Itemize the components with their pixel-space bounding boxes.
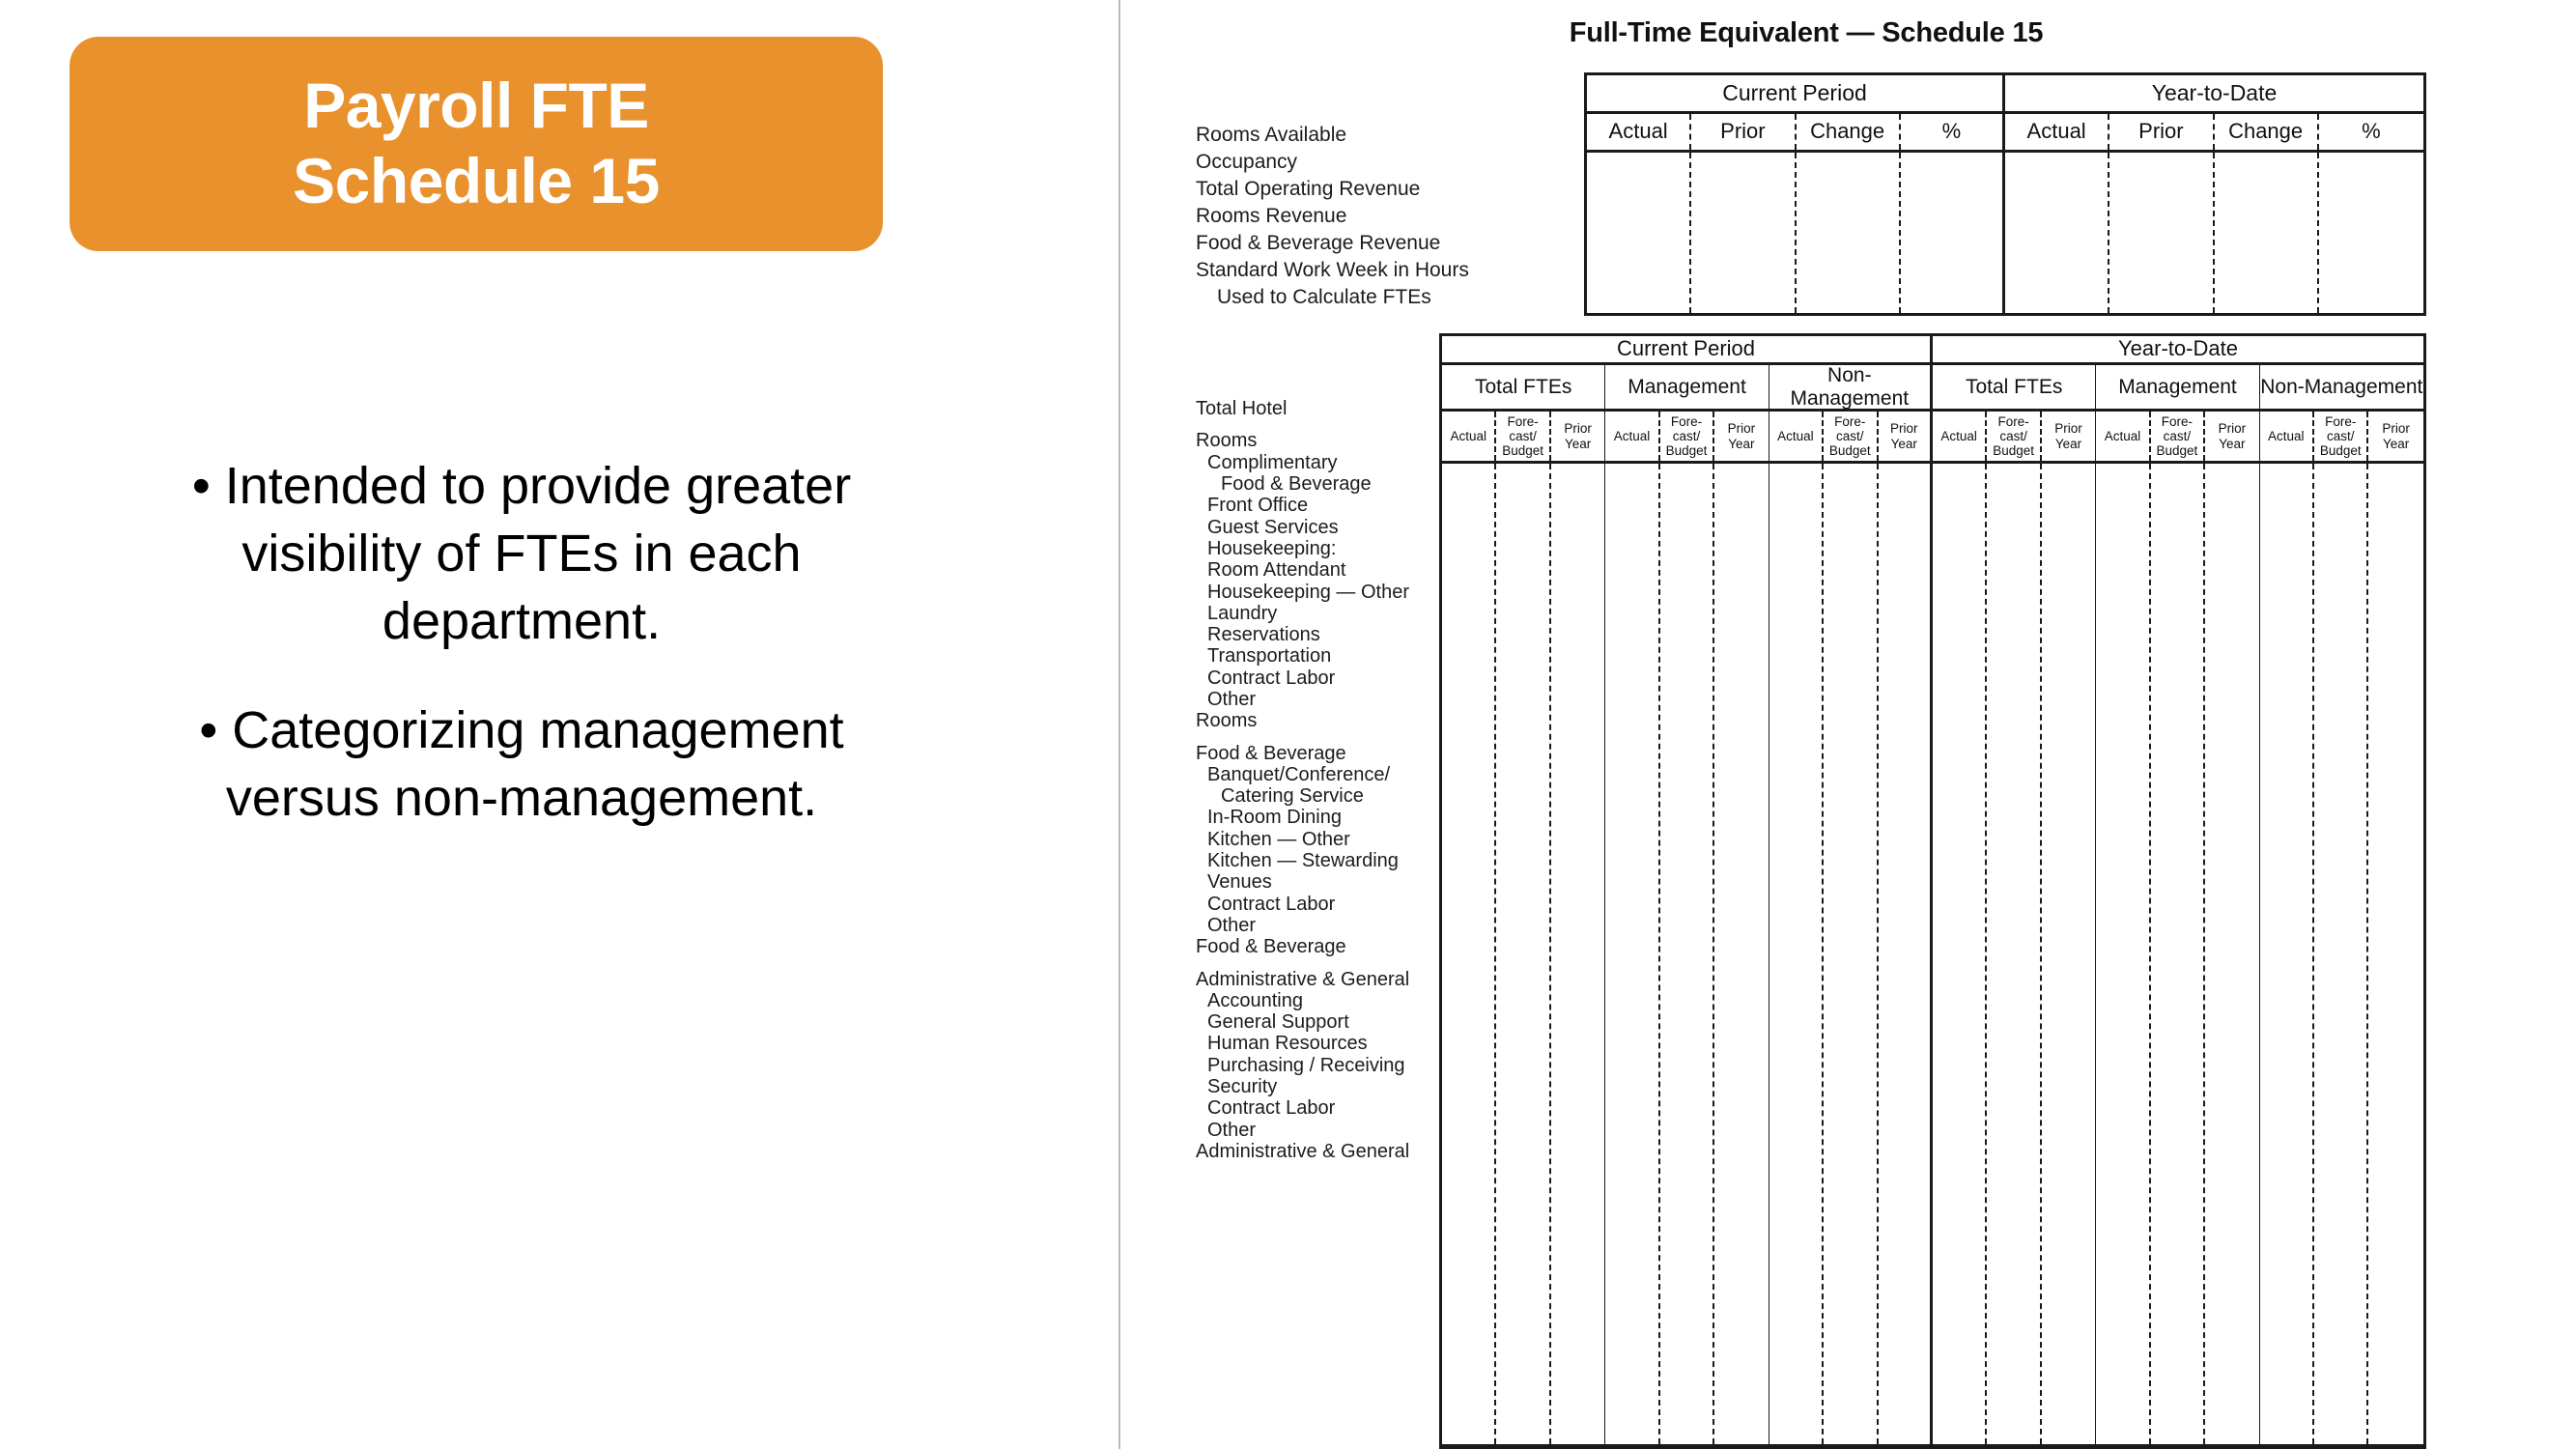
fte-body-cell[interactable] xyxy=(2314,464,2369,1444)
metrics-col-cp-change: Change xyxy=(1797,114,1901,150)
fte-subcol-cp-management-forecast-budget: Fore-cast/Budget xyxy=(1660,412,1715,461)
fte-body-cell[interactable] xyxy=(1660,464,1715,1444)
metrics-row-label: Total Operating Revenue xyxy=(1196,177,1421,200)
fte-category-header-row: Total FTEs Management Non-Management Tot… xyxy=(1442,364,2423,412)
fte-subcol-ytd-total-prior-year: Prior Year xyxy=(2042,412,2097,461)
fte-body-cell[interactable] xyxy=(2368,464,2422,1444)
metrics-body-cell[interactable] xyxy=(2319,153,2423,313)
metrics-period-header-row: Current Period Year-to-Date xyxy=(1587,75,2423,114)
metrics-col-ytd-prior: Prior xyxy=(2109,114,2215,150)
metrics-table: Current Period Year-to-Date Actual Prior… xyxy=(1584,72,2426,316)
report-title: Full-Time Equivalent — Schedule 15 xyxy=(1569,17,2044,48)
slide-root: Payroll FTE Schedule 15 • Intended to pr… xyxy=(0,0,2576,1449)
fte-subcol-cp-nonmanagement-actual: Actual xyxy=(1769,412,1825,461)
bullet-text: Categorizing management versus non-manag… xyxy=(225,700,844,827)
fte-subcol-ytd-management-prior-year: Prior Year xyxy=(2205,412,2260,461)
metrics-body-cell[interactable] xyxy=(2005,153,2110,313)
metrics-body-cell[interactable] xyxy=(1901,153,2005,313)
fte-body-cell[interactable] xyxy=(1605,464,1660,1444)
metrics-period-ytd: Year-to-Date xyxy=(2151,79,2278,105)
fte-body-cell[interactable] xyxy=(2151,464,2206,1444)
fte-table: Current Period Year-to-Date Total FTEs M… xyxy=(1439,333,2426,1449)
fte-subcol-cp-management-actual: Actual xyxy=(1605,412,1660,461)
metrics-row-label: Standard Work Week in Hours xyxy=(1196,258,1469,281)
fte-cat-cp-total: Total FTEs xyxy=(1442,365,1606,409)
metrics-body-cell[interactable] xyxy=(1797,153,1901,313)
fte-subcol-ytd-nonmanagement-forecast-budget: Fore-cast/Budget xyxy=(2314,412,2369,461)
fte-table-body xyxy=(1442,464,2423,1444)
metrics-period-current: Current Period xyxy=(1587,75,2005,111)
metrics-row-label: Used to Calculate FTEs xyxy=(1217,285,1431,308)
metrics-table-body xyxy=(1587,153,2423,313)
fte-period-header-row: Current Period Year-to-Date xyxy=(1442,336,2423,365)
fte-body-cell[interactable] xyxy=(1879,464,1933,1444)
fte-body-cell[interactable] xyxy=(2096,464,2151,1444)
metrics-row-label: Occupancy xyxy=(1196,150,1298,173)
metrics-body-cell[interactable] xyxy=(2215,153,2319,313)
metrics-row-label: Rooms Available xyxy=(1196,124,1347,146)
metrics-row-label: Rooms Revenue xyxy=(1196,204,1347,227)
fte-subcol-cp-nonmanagement-prior-year: Prior Year xyxy=(1879,412,1933,461)
bullet-marker-icon: • xyxy=(191,457,211,515)
fte-body-cell[interactable] xyxy=(1496,464,1551,1444)
fte-period-ytd: Year-to-Date xyxy=(2118,336,2238,361)
metrics-col-cp-prior: Prior xyxy=(1691,114,1797,150)
fte-cat-ytd-total: Total FTEs xyxy=(1933,365,2097,409)
fte-body-cell[interactable] xyxy=(1933,464,1988,1444)
fte-cat-ytd-management: Management xyxy=(2096,365,2260,409)
fte-subcol-ytd-management-forecast-budget: Fore-cast/Budget xyxy=(2151,412,2206,461)
metrics-body-cell[interactable] xyxy=(1587,153,1692,313)
fte-subcol-cp-total-actual: Actual xyxy=(1442,412,1497,461)
fte-cat-ytd-nonmanagement: Non-Management xyxy=(2260,375,2423,398)
report-panel: Full-Time Equivalent — Schedule 15 Rooms… xyxy=(1120,0,2576,1449)
fte-subcol-ytd-nonmanagement-prior-year: Prior Year xyxy=(2382,421,2410,451)
fte-subcol-cp-management-prior-year: Prior Year xyxy=(1714,412,1769,461)
fte-body-cell[interactable] xyxy=(1824,464,1879,1444)
fte-body-cell[interactable] xyxy=(2042,464,2097,1444)
fte-cat-cp-management: Management xyxy=(1605,365,1769,409)
metrics-col-ytd-actual: Actual xyxy=(2005,114,2110,150)
fte-body-cell[interactable] xyxy=(2205,464,2260,1444)
fte-body-cell[interactable] xyxy=(1769,464,1825,1444)
metrics-col-cp-actual: Actual xyxy=(1587,114,1692,150)
fte-subcol-cp-total-prior-year: Prior Year xyxy=(1551,412,1606,461)
fte-body-cell[interactable] xyxy=(1714,464,1769,1444)
fte-subcol-ytd-management-actual: Actual xyxy=(2096,412,2151,461)
bullet-item: • Categorizing management versus non-man… xyxy=(126,696,918,832)
fte-period-current: Current Period xyxy=(1442,336,1933,362)
fte-subcol-ytd-nonmanagement-actual: Actual xyxy=(2260,412,2314,461)
fte-cat-cp-nonmanagement: Non-Management xyxy=(1769,364,1933,410)
fte-body-cell[interactable] xyxy=(1551,464,1606,1444)
fte-subcol-ytd-total-forecast-budget: Fore-cast/Budget xyxy=(1987,412,2042,461)
bullet-item: • Intended to provide greater visibility… xyxy=(126,452,918,656)
bullet-text: Intended to provide greater visibility o… xyxy=(224,457,852,651)
fte-subcol-ytd-total-actual: Actual xyxy=(1933,412,1988,461)
fte-subcol-cp-nonmanagement-forecast-budget: Fore-cast/Budget xyxy=(1824,412,1879,461)
metrics-col-ytd-change: Change xyxy=(2215,114,2319,150)
fte-subcolumn-header-row: Actual Fore-cast/Budget Prior Year Actual For… xyxy=(1442,412,2423,464)
title-line-2: Schedule 15 xyxy=(293,145,660,216)
fte-subcol-cp-total-forecast-budget: Fore-cast/Budget xyxy=(1496,412,1551,461)
metrics-row-labels: Rooms Available Occupancy Total Operatin… xyxy=(1196,122,1582,310)
metrics-body-cell[interactable] xyxy=(1691,153,1797,313)
fte-body-cell[interactable] xyxy=(1442,464,1497,1444)
fte-body-cell[interactable] xyxy=(1987,464,2042,1444)
title-banner: Payroll FTE Schedule 15 xyxy=(70,37,883,251)
metrics-body-cell[interactable] xyxy=(2109,153,2215,313)
title-line-1: Payroll FTE xyxy=(303,70,649,142)
fte-body-cell[interactable] xyxy=(2260,464,2314,1444)
left-content-panel: Payroll FTE Schedule 15 • Intended to pr… xyxy=(0,0,1118,1449)
bullet-marker-icon: • xyxy=(199,700,218,759)
metrics-col-cp-percent: % xyxy=(1901,114,2005,150)
metrics-row-label: Food & Beverage Revenue xyxy=(1196,231,1441,254)
metrics-column-header-row: Actual Prior Change % Actual Prior Chang… xyxy=(1587,114,2423,153)
metrics-col-ytd-percent: % xyxy=(2362,119,2381,144)
bullet-list: • Intended to provide greater visibility… xyxy=(126,452,918,872)
